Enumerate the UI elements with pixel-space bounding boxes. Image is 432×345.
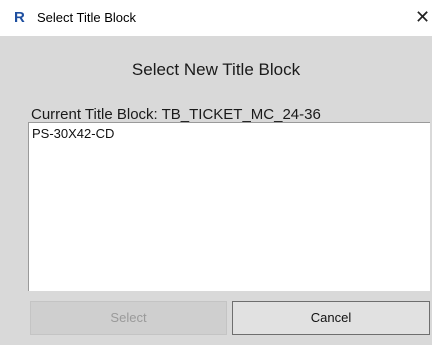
list-item[interactable]: PS-30X42-CD [30,126,116,142]
cancel-button[interactable]: Cancel [232,301,430,335]
select-button[interactable]: Select [30,301,227,335]
revit-app-icon: R [14,9,25,26]
close-icon[interactable]: ✕ [415,6,432,28]
window-title: Select Title Block [37,10,136,25]
window-titlebar: R Select Title Block ✕ [0,0,432,36]
title-block-list[interactable]: PS-30X42-CD [28,122,430,291]
dialog-heading: Select New Title Block [131,60,301,79]
dialog-body: Select New Title Block Current Title Blo… [0,36,432,345]
